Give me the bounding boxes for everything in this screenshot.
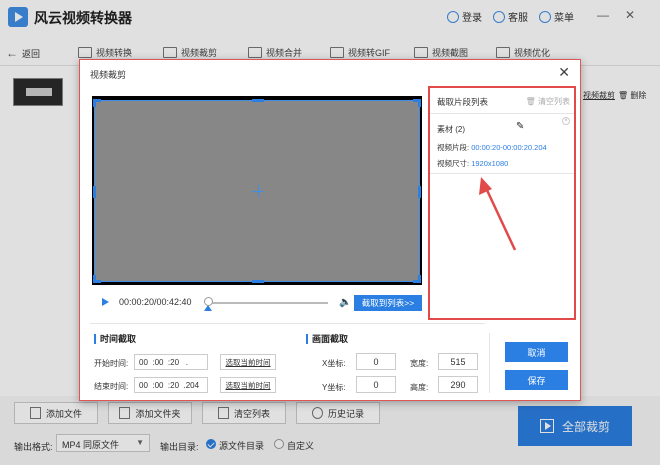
segment-size: 视频尺寸: 1920x1080 — [437, 158, 508, 169]
crop-handle-top[interactable] — [252, 99, 264, 102]
range-label: 视频片段: — [437, 143, 470, 152]
crop-handle-left[interactable] — [93, 186, 96, 198]
y-coord-label: Y坐标: — [322, 383, 346, 392]
play-time: 00:00:20/00:42:40 — [119, 297, 192, 307]
x-coord-label: X坐标: — [322, 359, 346, 368]
segment-range: 视频片段: 00:00:20-00:00:20.204 — [437, 142, 547, 153]
divider — [489, 333, 490, 393]
crop-handle-right[interactable] — [418, 186, 421, 198]
crop-handle-bl-v[interactable] — [93, 275, 96, 283]
trash-icon: 🗑 — [525, 97, 536, 106]
player-controls: 00:00:20/00:42:40 🔈 截取到列表>> — [92, 294, 422, 312]
progress-knob[interactable] — [204, 297, 213, 306]
volume-icon[interactable]: 🔈 — [339, 297, 351, 308]
size-label: 视频尺寸: — [437, 159, 470, 168]
time-section-title: 时间截取 — [94, 334, 136, 344]
crop-area[interactable] — [93, 99, 421, 283]
height-input[interactable]: 290 — [438, 376, 478, 393]
dialog-title: 视频裁剪 — [90, 70, 127, 80]
panel-header: 截取片段列表 🗑 清空列表 — [430, 88, 574, 114]
end-current-time-button[interactable]: 选取当前时间 — [220, 377, 276, 393]
segment-item[interactable]: 素材 (2) ✎ × 视频片段: 00:00:20-00:00:20.204 视… — [430, 115, 574, 174]
crop-handle-tl-v[interactable] — [93, 99, 96, 107]
panel-clear-label: 清空列表 — [538, 97, 570, 106]
start-time-input[interactable]: 00 :00 :20 . — [134, 354, 208, 370]
segment-list-panel: 截取片段列表 🗑 清空列表 素材 (2) ✎ × 视频片段: 00:00:20-… — [428, 86, 576, 320]
crop-handle-bottom[interactable] — [252, 280, 264, 283]
x-coord-input[interactable]: 0 — [356, 353, 396, 370]
video-crop-dialog: 视频裁剪 ✕ 00:00:20/00:42:40 🔈 截取到列表>> 截取片段列… — [79, 59, 581, 401]
panel-title: 截取片段列表 — [437, 97, 489, 107]
pencil-icon[interactable]: ✎ — [516, 121, 524, 132]
play-icon[interactable] — [102, 298, 109, 306]
frame-section-title: 画面截取 — [306, 334, 348, 344]
panel-clear-button[interactable]: 🗑 清空列表 — [526, 96, 570, 107]
save-button[interactable]: 保存 — [505, 370, 568, 390]
range-value: 00:00:20-00:00:20.204 — [471, 143, 547, 152]
add-to-list-button[interactable]: 截取到列表>> — [354, 295, 422, 311]
end-time-input[interactable]: 00 :00 :20 .204 — [134, 377, 208, 393]
dialog-close-button[interactable]: ✕ — [558, 64, 570, 81]
progress-track[interactable] — [208, 302, 328, 304]
cancel-button[interactable]: 取消 — [505, 342, 568, 362]
remove-segment-icon[interactable]: × — [562, 117, 570, 125]
width-label: 宽度: — [410, 359, 429, 368]
start-time-label: 开始时间: — [94, 359, 129, 368]
size-value: 1920x1080 — [471, 159, 509, 168]
height-label: 高度: — [410, 383, 429, 392]
width-input[interactable]: 515 — [438, 353, 478, 370]
end-time-label: 结束时间: — [94, 382, 129, 391]
crosshair-icon-v — [258, 185, 259, 197]
crop-settings: 时间截取 开始时间: 00 :00 :20 . 选取当前时间 结束时间: 00 … — [90, 323, 485, 397]
segment-name: 素材 (2) — [437, 125, 465, 134]
crop-handle-tr-v[interactable] — [418, 99, 421, 107]
crop-handle-br-v[interactable] — [418, 275, 421, 283]
start-current-time-button[interactable]: 选取当前时间 — [220, 354, 276, 370]
y-coord-input[interactable]: 0 — [356, 376, 396, 393]
video-preview — [92, 96, 422, 285]
